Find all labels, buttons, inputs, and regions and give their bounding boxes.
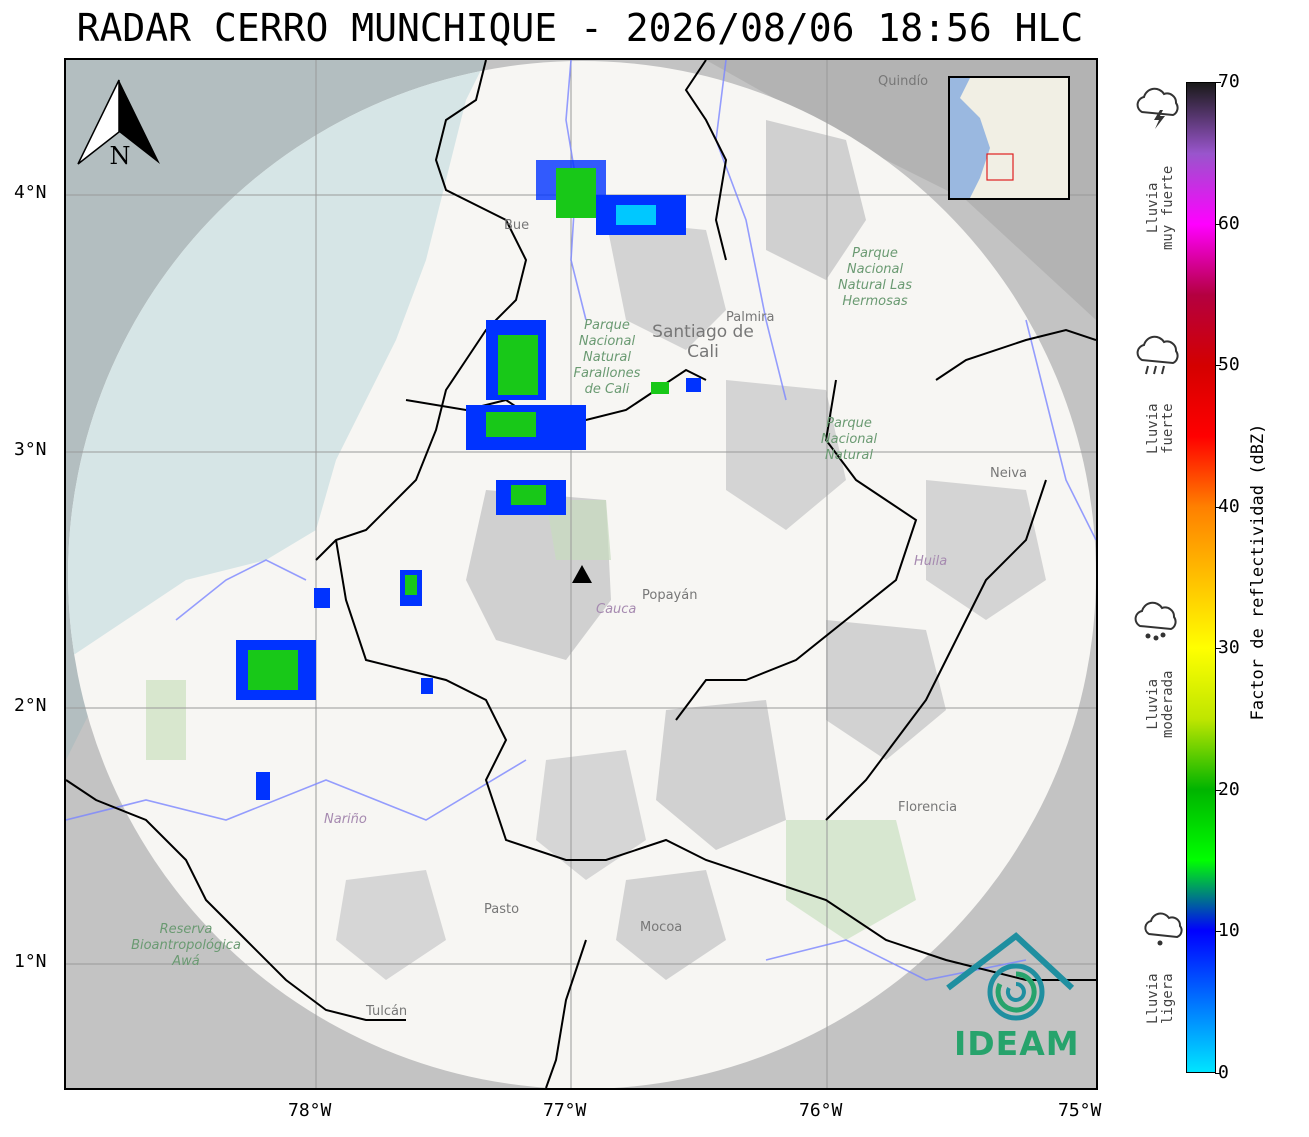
heavy-rain-icon bbox=[1136, 335, 1179, 375]
place-popayan: Popayán bbox=[642, 588, 698, 603]
colorbar-tickmark bbox=[1215, 223, 1221, 225]
dept-narino: Nariño bbox=[324, 812, 367, 827]
inset-map bbox=[948, 76, 1070, 200]
dept-huila: Huila bbox=[914, 554, 948, 569]
colorbar bbox=[1186, 82, 1216, 1073]
radar-map[interactable]: Bue Palmira Santiago de Cali Quindío Pop… bbox=[64, 58, 1098, 1090]
place-mocoa: Mocoa bbox=[640, 920, 683, 935]
colorbar-tickmark bbox=[1215, 648, 1221, 650]
place-tulcan: Tulcán bbox=[366, 1004, 408, 1019]
rain-label-ligera: Lluvia ligera bbox=[1145, 973, 1176, 1024]
colorbar-tick-30: 30 bbox=[1218, 637, 1240, 659]
colorbar-tick-70: 70 bbox=[1218, 71, 1240, 92]
colorbar-tick-10: 10 bbox=[1218, 920, 1240, 942]
x-tick-78w: 78°W bbox=[288, 1100, 332, 1121]
colorbar-label: Factor de reflectividad (dBZ) bbox=[1248, 423, 1268, 721]
colorbar-tickmark bbox=[1215, 82, 1221, 83]
colorbar-tick-50: 50 bbox=[1218, 354, 1240, 376]
y-tick-2n: 2°N bbox=[14, 695, 47, 716]
colorbar-tickmark bbox=[1215, 365, 1221, 367]
colorbar-tickmark bbox=[1215, 931, 1221, 933]
rain-label-moderada: Lluvia moderada bbox=[1145, 670, 1176, 738]
rain-label-fuerte: Lluvia fuerte bbox=[1145, 403, 1176, 454]
park-nacional: Parque Nacional Natural bbox=[820, 416, 878, 463]
inset-map-canvas bbox=[950, 78, 1068, 198]
dept-cauca: Cauca bbox=[596, 602, 637, 617]
north-label: N bbox=[110, 142, 131, 170]
colorbar-tick-40: 40 bbox=[1218, 495, 1240, 517]
north-arrow-icon: N bbox=[77, 79, 160, 170]
y-tick-1n: 1°N bbox=[14, 951, 47, 972]
page-title: RADAR CERRO MUNCHIQUE - 2026/08/06 18:56… bbox=[76, 6, 1084, 50]
place-neiva: Neiva bbox=[990, 466, 1027, 481]
park-farallones: Parque Nacional Natural Farallones de Ca… bbox=[573, 318, 641, 397]
colorbar-tick-60: 60 bbox=[1218, 212, 1240, 234]
colorbar-tick-20: 20 bbox=[1218, 778, 1240, 800]
colorbar-tickmark bbox=[1215, 789, 1221, 791]
place-buenaventura: Bue bbox=[504, 218, 530, 233]
place-quindio: Quindío bbox=[878, 74, 929, 89]
rain-label-muy-fuerte: Lluvia muy fuerte bbox=[1145, 165, 1176, 250]
place-pasto: Pasto bbox=[484, 902, 520, 917]
colorbar-tickmark bbox=[1215, 506, 1221, 508]
x-tick-75w: 75°W bbox=[1058, 1100, 1102, 1121]
light-rain-icon bbox=[1144, 912, 1183, 946]
ideam-logo-text: IDEAM bbox=[954, 1024, 1080, 1063]
x-tick-76w: 76°W bbox=[799, 1100, 843, 1121]
y-tick-4n: 4°N bbox=[14, 182, 47, 203]
park-awa: Reserva Bioantropológica Awá bbox=[131, 922, 241, 969]
colorbar-tickmark bbox=[1215, 1073, 1221, 1074]
y-tick-3n: 3°N bbox=[14, 439, 47, 460]
park-las-hermosas: Parque Nacional Natural Las Hermosas bbox=[837, 246, 913, 309]
moderate-rain-icon bbox=[1134, 601, 1177, 641]
place-cali: Santiago de Cali bbox=[652, 322, 754, 362]
thunderstorm-icon bbox=[1136, 87, 1179, 129]
x-tick-77w: 77°W bbox=[543, 1100, 587, 1121]
place-florencia: Florencia bbox=[898, 800, 958, 815]
ideam-logo-icon bbox=[946, 932, 1074, 1021]
